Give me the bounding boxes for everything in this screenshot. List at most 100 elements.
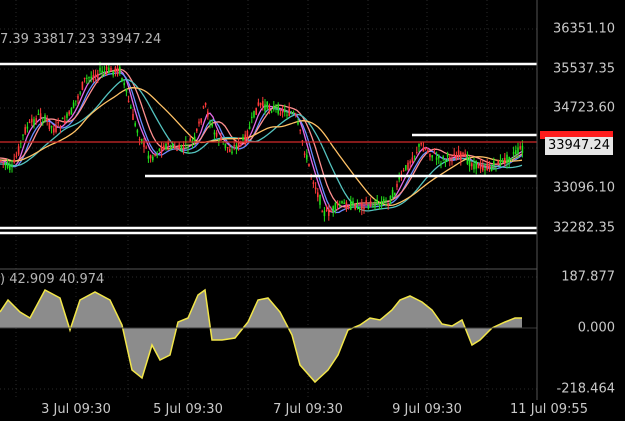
candle-body <box>273 105 275 110</box>
candle-body <box>174 145 176 149</box>
candle-body <box>323 210 326 217</box>
candle-body <box>477 163 480 169</box>
price-chart[interactable] <box>0 0 625 421</box>
candle-body <box>86 77 88 79</box>
candle-body <box>396 183 398 188</box>
candle-body <box>99 67 101 72</box>
candle-body <box>112 70 114 76</box>
candle-body <box>79 92 81 94</box>
candle-body <box>427 150 429 153</box>
candle-body <box>336 202 339 205</box>
candle-body <box>48 122 51 129</box>
candle-body <box>204 102 207 106</box>
candle-body <box>213 132 216 135</box>
candle-body <box>242 137 244 141</box>
candle-body <box>416 152 418 154</box>
candle-body <box>275 105 277 108</box>
candle-body <box>127 101 130 103</box>
candle-body <box>198 121 200 124</box>
candle-body <box>270 111 273 113</box>
candle-body <box>279 113 282 115</box>
candle-body <box>22 134 24 136</box>
candle-body <box>413 155 416 157</box>
candle-body <box>246 130 249 139</box>
candle-body <box>231 151 233 154</box>
candle-body <box>394 192 396 195</box>
candle-body <box>391 190 394 198</box>
candle-body <box>429 153 431 157</box>
moving-average-line <box>0 69 523 214</box>
candle-body <box>24 127 26 134</box>
candle-body <box>77 95 79 99</box>
candle-body <box>209 121 211 124</box>
candle-body <box>35 118 37 123</box>
candle-body <box>510 158 513 160</box>
candle-body <box>9 164 11 170</box>
candle-body <box>504 157 506 164</box>
candle-body <box>290 113 293 115</box>
candle-body <box>468 160 471 167</box>
candle-body <box>123 82 125 86</box>
candle-body <box>449 157 451 161</box>
candle-body <box>187 147 189 149</box>
candle-body <box>138 138 141 140</box>
candle-body <box>431 155 433 158</box>
candle-body <box>376 200 378 204</box>
candle-body <box>486 163 488 170</box>
candle-body <box>154 154 156 156</box>
candle-body <box>444 159 447 163</box>
candle-body <box>479 162 482 169</box>
candle-body <box>11 165 13 167</box>
candle-body <box>207 111 209 117</box>
candle-body <box>446 153 449 157</box>
candle-body <box>4 163 7 166</box>
candle-body <box>460 152 462 161</box>
candle-body <box>2 162 4 164</box>
candle-body <box>114 67 117 73</box>
candle-body <box>314 187 317 190</box>
candle-body <box>354 204 356 210</box>
candle-body <box>134 123 136 126</box>
time-axis-label: 11 Jul 09:55 <box>510 402 588 417</box>
candle-body <box>297 122 299 125</box>
candle-body <box>453 153 455 157</box>
moving-averages <box>0 68 523 214</box>
candle-body <box>55 125 57 132</box>
candle-body <box>457 150 460 157</box>
candle-body <box>519 146 521 149</box>
candle-body <box>42 121 44 123</box>
candle-body <box>255 107 257 115</box>
candle-body <box>284 109 286 113</box>
candle-body <box>501 158 504 160</box>
candle-body <box>418 143 420 147</box>
candle-body <box>152 156 154 161</box>
candle-body <box>33 119 35 126</box>
candle-body <box>482 165 484 171</box>
candle-body <box>226 147 229 149</box>
candle-body <box>363 206 365 210</box>
price-axis-label: 36351.10 <box>552 21 615 37</box>
candle-body <box>251 116 253 119</box>
candle-body <box>39 113 42 119</box>
candle-body <box>473 163 475 170</box>
candle-body <box>211 124 213 127</box>
candle-body <box>180 145 183 151</box>
candle-body <box>515 150 517 155</box>
candle-body <box>158 148 161 151</box>
main-info-values: 7.39 33817.23 33947.24 <box>0 32 162 47</box>
candle-body <box>160 146 163 153</box>
candle-body <box>356 204 359 206</box>
candle-body <box>288 108 290 116</box>
candle-body <box>68 111 70 115</box>
candle-body <box>466 155 469 164</box>
candle-body <box>196 128 198 132</box>
candle-body <box>407 162 409 170</box>
candle-body <box>286 114 288 116</box>
candle-body <box>264 104 266 111</box>
candle-body <box>471 163 473 167</box>
candle-body <box>347 206 350 209</box>
candle-body <box>369 201 372 203</box>
candle-body <box>433 152 436 154</box>
candle-body <box>259 102 262 106</box>
candle-body <box>193 136 196 142</box>
